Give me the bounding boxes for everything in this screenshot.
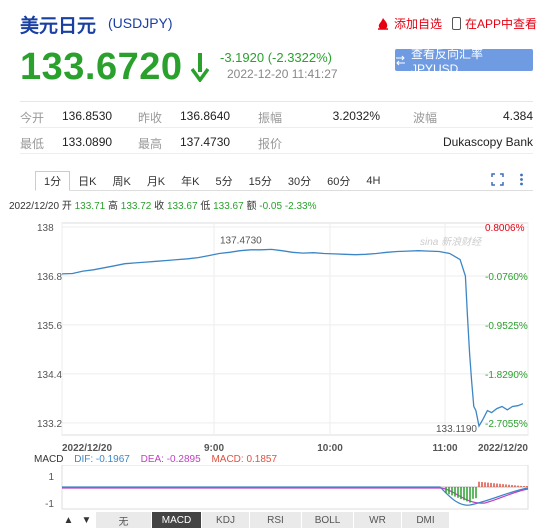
ohlc-change: -0.05: [259, 201, 283, 212]
tab-15min[interactable]: 15分: [241, 171, 280, 191]
amplitude-label: 振幅: [258, 111, 283, 125]
tab-30min[interactable]: 30分: [280, 171, 319, 191]
ohlc-info: 2022/12/20 开 133.71 高 133.72 收 133.67 低 …: [9, 197, 317, 212]
fullscreen-icon[interactable]: [491, 173, 504, 186]
pct-tick-label: -0.0760%: [485, 272, 528, 283]
macd-dif: DIF: -0.1967: [74, 454, 130, 465]
y-tick-label: 133.2: [37, 419, 62, 430]
swap-icon: [395, 55, 405, 65]
current-price: 133.6720: [20, 46, 183, 88]
ohlc-high-label: 高: [108, 201, 118, 212]
ohlc-close: 133.67: [166, 201, 198, 212]
high-value: 137.4730: [180, 135, 231, 149]
stats-table: 今开 136.8530 昨收 136.8640 振幅 3.2032% 波幅 4.…: [20, 101, 533, 154]
ohlc-open-label: 开: [61, 201, 72, 212]
macd-label: MACD: [34, 454, 64, 465]
quote-source-value: Dukascopy Bank: [442, 135, 533, 149]
macd-value: MACD: 0.1857: [211, 454, 278, 465]
indicator-wr[interactable]: WR: [354, 512, 402, 528]
ohlc-low: 133.67: [213, 201, 244, 212]
x-tick-label: 11:00: [432, 443, 457, 454]
stats-row: 最低 133.0890 最高 137.4730 报价 Dukascopy Ban…: [20, 128, 533, 154]
phone-icon: [452, 17, 461, 30]
prev-close-value: 136.8640: [180, 109, 231, 123]
y-tick-label: 135.6: [37, 321, 62, 332]
macd-dea: DEA: -0.2895: [140, 454, 201, 465]
price-chart[interactable]: 138 0.8006% 136.8 -0.0760% 135.6 -0.9525% 134.…: [0, 215, 550, 455]
scroll-up-button[interactable]: ▲: [60, 512, 78, 528]
indicator-dmi[interactable]: DMI: [402, 512, 450, 528]
reverse-rate-button[interactable]: 查看反向汇率 JPYUSD: [395, 47, 533, 76]
open-label: 今开: [20, 111, 45, 125]
ohlc-pct: -2.33%: [284, 201, 317, 212]
more-options-icon[interactable]: [516, 173, 527, 186]
x-tick-label: 9:00: [204, 443, 224, 454]
price-change: -3.1920 (-2.3322%): [220, 50, 333, 65]
y-tick-label: 138: [37, 223, 54, 234]
high-annotation: 137.4730: [220, 235, 262, 246]
indicator-kdj[interactable]: KDJ: [202, 512, 250, 528]
flame-icon: [378, 17, 388, 30]
tab-5min[interactable]: 5分: [208, 171, 241, 191]
open-value: 136.8530: [62, 109, 113, 123]
pct-tick-label: -0.9525%: [485, 321, 528, 332]
symbol-code: (USDJPY): [108, 15, 173, 31]
tab-day-k[interactable]: 日K: [70, 171, 104, 191]
quote-time: 2022-12-20 11:41:27: [227, 67, 338, 81]
pct-tick-label: 0.8006%: [485, 223, 525, 234]
pct-tick-label: -2.7055%: [485, 419, 528, 430]
low-annotation: 133.1190: [436, 424, 477, 435]
macd-legend: MACD DIF: -0.1967 DEA: -0.2895 MACD: 0.1…: [34, 454, 285, 465]
volatility-value: 4.384: [502, 109, 533, 123]
indicator-rsi[interactable]: RSI: [250, 512, 302, 528]
chart-tools: [491, 173, 527, 186]
tab-60min[interactable]: 60分: [319, 171, 358, 191]
tab-week-k[interactable]: 周K: [104, 171, 138, 191]
ohlc-open: 133.71: [74, 201, 106, 212]
x-tick-label: 2022/12/20: [62, 443, 112, 454]
chart-frame: [61, 222, 529, 436]
tab-year-k[interactable]: 年K: [173, 171, 207, 191]
x-tick-label: 10:00: [317, 443, 343, 454]
ohlc-date: 2022/12/20: [9, 201, 60, 212]
view-in-app-label: 在APP中查看: [465, 17, 538, 31]
macd-chart: 1 -1: [45, 465, 529, 510]
indicator-none[interactable]: 无: [96, 512, 152, 528]
add-favorite-button[interactable]: 添加自选: [376, 15, 442, 32]
low-value: 133.0890: [62, 135, 113, 149]
prev-close-label: 昨收: [138, 111, 163, 125]
header: 美元日元 (USDJPY) 添加自选 在APP中查看: [0, 0, 550, 40]
indicator-boll[interactable]: BOLL: [302, 512, 354, 528]
period-tabs: 1分 日K 周K 月K 年K 5分 15分 30分 60分 4H: [35, 171, 533, 191]
macd-tick: -1: [45, 499, 54, 510]
y-tick-label: 134.4: [37, 370, 62, 381]
volatility-label: 波幅: [413, 111, 438, 125]
macd-tick: 1: [48, 472, 54, 483]
ohlc-low-label: 低: [200, 201, 211, 212]
tab-1min[interactable]: 1分: [35, 171, 71, 191]
pct-tick-label: -1.8290%: [485, 370, 528, 381]
stats-row: 今开 136.8530 昨收 136.8640 振幅 3.2032% 波幅 4.…: [20, 102, 533, 128]
reverse-rate-label: 查看反向汇率 JPYUSD: [410, 46, 483, 76]
ohlc-close-label: 收: [154, 201, 165, 212]
tab-month-k[interactable]: 月K: [139, 171, 173, 191]
y-tick-label: 136.8: [37, 272, 62, 283]
page-title: 美元日元: [20, 16, 97, 37]
low-label: 最低: [20, 137, 45, 151]
ohlc-high: 133.72: [120, 201, 152, 212]
ohlc-change-label: 额: [246, 201, 257, 212]
add-favorite-label: 添加自选: [394, 17, 443, 31]
arrow-down-icon: [191, 53, 209, 82]
tab-4h[interactable]: 4H: [358, 171, 388, 191]
x-tick-label: 2022/12/20: [478, 443, 528, 454]
high-label: 最高: [138, 137, 163, 151]
view-in-app-button[interactable]: 在APP中查看: [452, 15, 537, 32]
scroll-down-button[interactable]: ▼: [78, 512, 96, 528]
quote-source-label: 报价: [258, 137, 283, 151]
amplitude-value: 3.2032%: [332, 109, 380, 123]
indicator-bar: ▲ ▼ 无 MACD KDJ RSI BOLL WR DMI: [60, 512, 450, 528]
indicator-macd[interactable]: MACD: [152, 512, 202, 528]
watermark: sina 新浪财经: [420, 236, 482, 248]
